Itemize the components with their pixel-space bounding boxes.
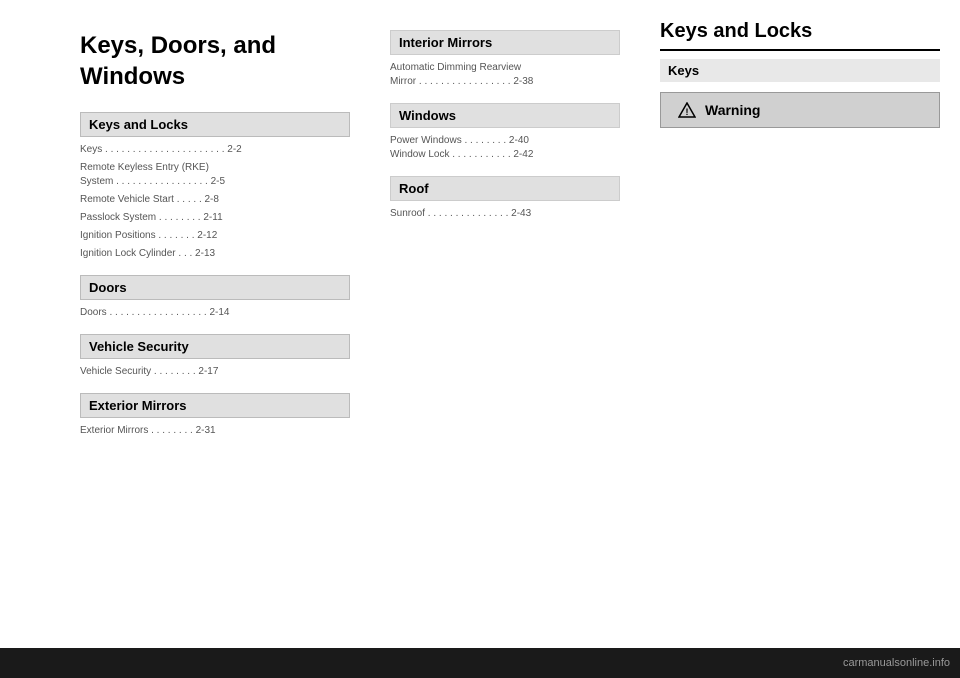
doors-header[interactable]: Doors xyxy=(80,275,350,300)
sunroof-text: Sunroof . . . . . . . . . . . . . . . 2-… xyxy=(390,207,620,221)
warning-triangle-icon: ! xyxy=(677,101,697,119)
vehicle-security-text: Vehicle Security . . . . . . . . 2-17 xyxy=(80,365,350,379)
rke-text: Remote Keyless Entry (RKE)System . . . .… xyxy=(80,161,350,189)
right-keys-header[interactable]: Keys xyxy=(660,59,940,82)
vehicle-security-header[interactable]: Vehicle Security xyxy=(80,334,350,359)
interior-mirrors-header[interactable]: Interior Mirrors xyxy=(390,30,620,55)
keys-and-locks-header[interactable]: Keys and Locks xyxy=(80,112,350,137)
exterior-mirrors-text: Exterior Mirrors . . . . . . . . 2-31 xyxy=(80,424,350,438)
middle-column: Interior Mirrors Automatic Dimming Rearv… xyxy=(370,0,640,648)
roof-section: Roof Sunroof . . . . . . . . . . . . . .… xyxy=(390,176,620,221)
right-column: Keys and Locks Keys ! Warning xyxy=(640,0,960,648)
doors-section: Doors Doors . . . . . . . . . . . . . . … xyxy=(80,275,350,320)
chapter-title: Keys, Doors, and Windows xyxy=(80,30,350,92)
windows-section: Windows Power Windows . . . . . . . . 2-… xyxy=(390,103,620,162)
warning-box: ! Warning xyxy=(660,92,940,128)
exterior-mirrors-section: Exterior Mirrors Exterior Mirrors . . . … xyxy=(80,393,350,438)
auto-dimming-text: Automatic Dimming RearviewMirror . . . .… xyxy=(390,61,620,89)
interior-mirrors-section: Interior Mirrors Automatic Dimming Rearv… xyxy=(390,30,620,89)
left-column: Keys, Doors, and Windows Keys and Locks … xyxy=(0,0,370,648)
vehicle-security-section: Vehicle Security Vehicle Security . . . … xyxy=(80,334,350,379)
windows-text: Power Windows . . . . . . . . 2-40Window… xyxy=(390,134,620,162)
passlock-text: Passlock System . . . . . . . . 2-11 xyxy=(80,211,350,225)
exterior-mirrors-header[interactable]: Exterior Mirrors xyxy=(80,393,350,418)
roof-header[interactable]: Roof xyxy=(390,176,620,201)
keys-and-locks-section: Keys and Locks Keys . . . . . . . . . . … xyxy=(80,112,350,261)
right-chapter-title: Keys and Locks xyxy=(660,20,940,51)
remote-start-text: Remote Vehicle Start . . . . . 2-8 xyxy=(80,193,350,207)
ignition-lock-text: Ignition Lock Cylinder . . . 2-13 xyxy=(80,247,350,261)
doors-text: Doors . . . . . . . . . . . . . . . . . … xyxy=(80,306,350,320)
ignition-pos-text: Ignition Positions . . . . . . . 2-12 xyxy=(80,229,350,243)
keys-text: Keys . . . . . . . . . . . . . . . . . .… xyxy=(80,143,350,157)
windows-header[interactable]: Windows xyxy=(390,103,620,128)
warning-label: Warning xyxy=(705,102,760,118)
bottom-bar: carmanualsonline.info xyxy=(0,648,960,678)
bottom-logo-text: carmanualsonline.info xyxy=(843,657,950,669)
svg-text:!: ! xyxy=(686,107,689,117)
